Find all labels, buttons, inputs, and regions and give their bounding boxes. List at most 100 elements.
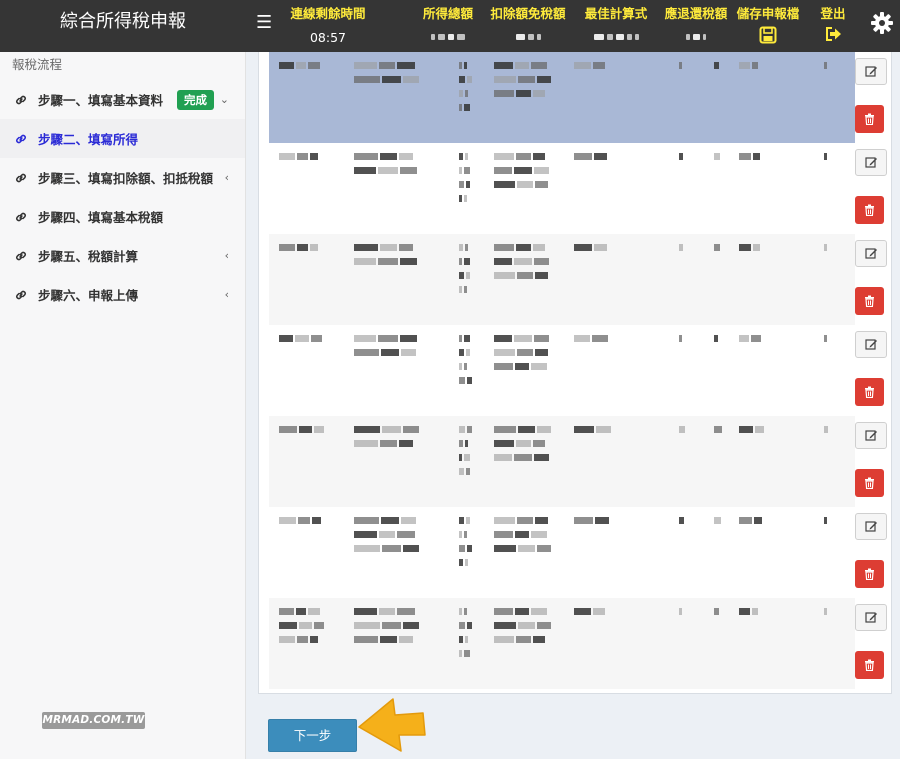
redacted-cell: [824, 425, 828, 434]
redacted-value: [488, 30, 568, 44]
chevron-left-icon: ‹: [224, 171, 229, 184]
redacted-cell: [494, 243, 549, 280]
edit-button[interactable]: [855, 422, 887, 449]
redacted-cell: [739, 152, 760, 161]
delete-button[interactable]: [855, 651, 884, 679]
edit-icon: [864, 430, 877, 441]
redacted-cell: [354, 425, 419, 448]
edit-button[interactable]: [855, 149, 887, 176]
edit-icon: [864, 612, 877, 623]
redacted-cell: [279, 243, 318, 252]
redacted-cell: [679, 516, 684, 525]
watermark: MRMAD.COM.TW: [42, 712, 145, 729]
redacted-cell: [574, 516, 609, 525]
chevron-left-icon: ‹: [224, 249, 229, 262]
delete-button[interactable]: [855, 287, 884, 315]
sidebar-item-step1[interactable]: 步驟一、填寫基本資料 完成 ⌄: [0, 80, 245, 119]
redacted-cell: [739, 334, 761, 343]
redacted-cell: [739, 243, 760, 252]
redacted-cell: [574, 334, 608, 343]
redacted-cell: [459, 243, 470, 294]
redacted-cell: [279, 61, 320, 70]
redacted-cell: [574, 152, 607, 161]
sidebar-item-step6[interactable]: 步驟六、申報上傳 ‹: [0, 275, 245, 314]
sidebar-item-label: 步驟三、填寫扣除額、扣抵稅額: [38, 171, 214, 186]
chevron-left-icon: ‹: [224, 288, 229, 301]
sidebar-item-step4[interactable]: 步驟四、填寫基本稅額: [0, 197, 245, 236]
sidebar-item-step3[interactable]: 步驟三、填寫扣除額、扣抵稅額 ‹: [0, 158, 245, 197]
redacted-cell: [679, 61, 682, 70]
edit-icon: [864, 66, 877, 77]
redacted-value: [662, 30, 730, 44]
save-file-button[interactable]: 儲存申報檔: [736, 3, 800, 44]
link-icon: [16, 212, 26, 221]
complete-badge: 完成: [177, 89, 215, 110]
edit-button[interactable]: [855, 240, 887, 267]
redacted-cell: [459, 334, 472, 385]
redacted-cell: [354, 516, 419, 553]
trash-icon: [865, 659, 874, 671]
redacted-cell: [714, 61, 719, 70]
chevron-down-icon: ⌄: [219, 93, 229, 106]
redacted-cell: [679, 607, 682, 616]
sidebar-item-step2[interactable]: 步驟二、填寫所得: [0, 119, 245, 158]
redacted-cell: [739, 607, 758, 616]
delete-button[interactable]: [855, 105, 884, 133]
delete-button[interactable]: [855, 378, 884, 406]
redacted-cell: [354, 243, 417, 266]
redacted-cell: [714, 334, 718, 343]
redacted-cell: [739, 425, 764, 434]
hamburger-icon[interactable]: ☰: [256, 12, 272, 33]
redacted-cell: [279, 516, 321, 525]
save-label: 儲存申報檔: [736, 6, 800, 21]
redacted-value: [578, 30, 654, 44]
redacted-cell: [279, 425, 324, 434]
table-row: [269, 507, 887, 598]
trash-icon: [865, 568, 874, 580]
redacted-cell: [574, 607, 605, 616]
trash-icon: [865, 295, 874, 307]
sign-out-icon: [826, 27, 841, 41]
delete-button[interactable]: [855, 469, 884, 497]
edit-button[interactable]: [855, 331, 887, 358]
redacted-cell: [459, 516, 472, 567]
edit-button[interactable]: [855, 513, 887, 540]
redacted-cell: [459, 607, 472, 658]
edit-button[interactable]: [855, 604, 887, 631]
redacted-cell: [574, 243, 607, 252]
redacted-cell: [279, 334, 322, 343]
redacted-cell: [824, 607, 827, 616]
table-row: [269, 598, 887, 689]
redacted-cell: [354, 334, 417, 357]
sidebar-item-step5[interactable]: 步驟五、稅額計算 ‹: [0, 236, 245, 275]
redacted-cell: [354, 152, 417, 175]
floppy-disk-icon: [759, 26, 777, 44]
next-step-button[interactable]: 下一步: [268, 719, 357, 752]
stat-label: 最佳計算式: [584, 6, 648, 21]
income-table-panel: [258, 52, 892, 694]
link-icon: [16, 290, 26, 299]
redacted-cell: [459, 152, 470, 203]
stat-label: 連線剩餘時間: [290, 6, 366, 21]
link-icon: [16, 95, 26, 104]
top-navbar: 綜合所得稅申報 ☰ 連線剩餘時間 08:57 所得總額 扣除額免稅額 最佳計算式…: [0, 0, 900, 52]
delete-button[interactable]: [855, 560, 884, 588]
link-icon: [16, 173, 26, 182]
trash-icon: [865, 113, 874, 125]
stat-refund: 應退還稅額: [662, 3, 730, 44]
redacted-cell: [824, 152, 827, 161]
redacted-cell: [679, 425, 685, 434]
redacted-value: [420, 30, 476, 44]
stat-label: 所得總額: [422, 6, 473, 21]
delete-button[interactable]: [855, 196, 884, 224]
redacted-cell: [494, 152, 549, 189]
edit-button[interactable]: [855, 58, 887, 85]
app-title: 綜合所得稅申報: [60, 11, 186, 32]
redacted-cell: [824, 243, 827, 252]
redacted-cell: [714, 152, 720, 161]
redacted-cell: [494, 334, 549, 371]
redacted-cell: [494, 61, 551, 98]
stat-best-formula: 最佳計算式: [578, 3, 654, 44]
logout-button[interactable]: 登出: [814, 3, 852, 42]
gear-icon[interactable]: [870, 11, 894, 35]
